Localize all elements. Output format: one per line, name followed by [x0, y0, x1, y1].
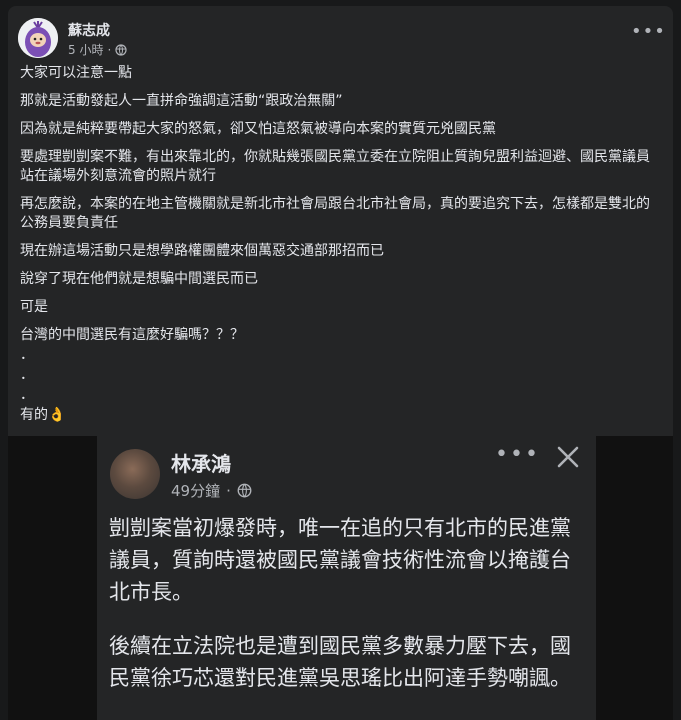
post-last-line: 有的👌 [20, 406, 660, 425]
post-author-name[interactable]: 蘇志成 [68, 20, 110, 40]
more-dots-icon: ••• [631, 21, 666, 42]
screenshot-meta: 49分鐘 · [171, 480, 252, 501]
screenshot-paragraph: 剴剴案當初爆發時，唯一在追的只有北市的民進黨議員，質詢時還被國民黨議會技術性流會… [109, 516, 571, 604]
post-line: 要處理剴剴案不難，有出來靠北的，你就貼幾張國民黨立委在立院阻止質詢兒盟利益迴避、… [20, 149, 650, 184]
post-line: 再怎麼說，本案的在地主管機關就是新北市社會局跟台北市社會局，真的要追究下去，怎樣… [20, 196, 650, 231]
screenshot-post: 林承鴻 49分鐘 · ••• 剴剴案當初爆發時，唯一在追的只有北市的民進黨議員，… [97, 436, 596, 720]
meta-separator: · [107, 42, 112, 57]
screenshot-time: 49分鐘 [171, 482, 221, 500]
post-card: 蘇志成 5 小時 · ••• 大家可以注意一點 那就是活動發起人一直拼命強調這活… [8, 6, 673, 720]
screenshot-author-name: 林承鴻 [171, 452, 231, 476]
post-line: 說穿了現在他們就是想騙中間選民而已 [20, 271, 258, 287]
more-options-button[interactable]: ••• [631, 22, 665, 50]
post-line: ． [20, 347, 34, 363]
globe-icon [115, 43, 127, 56]
post-line: 那就是活動發起人一直拼命強調這活動“跟政治無關” [20, 93, 343, 109]
post-line: 大家可以注意一點 [20, 65, 132, 81]
post-line: 現在辦這場活動只是想學路權團體來個萬惡交通部那招而已 [20, 243, 384, 259]
globe-icon [237, 483, 252, 498]
post-line: ． [20, 387, 34, 403]
post-header: 蘇志成 5 小時 · ••• [18, 16, 665, 60]
ok-hand-emoji: 👌 [48, 407, 66, 423]
post-line: 有的 [20, 407, 48, 423]
teletubby-avatar-icon [18, 18, 58, 58]
avatar[interactable] [18, 18, 58, 58]
post-line: 台灣的中間選民有這麼好騙嗎？？？ [20, 327, 244, 343]
meta-separator: · [226, 481, 231, 500]
attached-screenshot[interactable]: 林承鴻 49分鐘 · ••• 剴剴案當初爆發時，唯一在追的只有北市的民進黨議員，… [8, 436, 673, 720]
screenshot-body: 剴剴案當初爆發時，唯一在追的只有北市的民進黨議員，質詢時還被國民黨議會技術性流會… [109, 512, 587, 716]
post-meta: 5 小時 · [68, 41, 127, 58]
screenshot-avatar [110, 449, 160, 499]
post-body: 大家可以注意一點 那就是活動發起人一直拼命強調這活動“跟政治無關” 因為就是純粹… [20, 64, 660, 434]
close-icon [557, 446, 579, 468]
screenshot-paragraph: 後續在立法院也是遭到國民黨多數暴力壓下去，國民黨徐巧芯還對民進黨吳思瑤比出阿達手… [109, 634, 571, 690]
post-line: 因為就是純粹要帶起大家的怒氣，卻又怕這怒氣被導向本案的實質元兇國民黨 [20, 121, 496, 137]
screenshot-more-icon: ••• [495, 442, 540, 467]
post-line: 可是 [20, 299, 48, 315]
post-line: ． [20, 367, 34, 383]
post-time[interactable]: 5 小時 [68, 41, 103, 58]
